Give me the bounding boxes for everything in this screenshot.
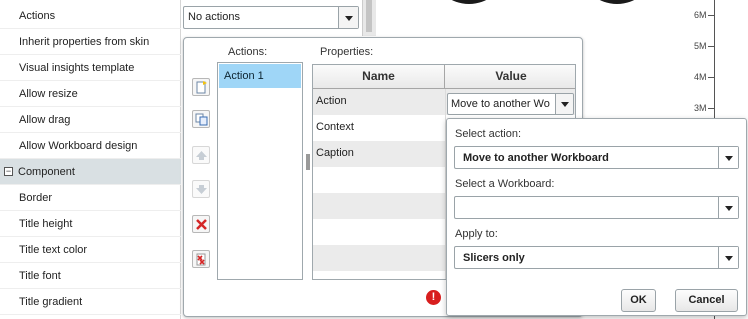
actions-dropdown[interactable]: No actions [183, 6, 359, 29]
property-label: Allow drag [19, 114, 71, 126]
chevron-down-icon[interactable] [718, 147, 738, 168]
property-actions[interactable]: Actions [0, 3, 181, 29]
scrollbar-thumb[interactable] [366, 0, 372, 32]
property-title-height[interactable]: Title height [0, 211, 181, 237]
property-list: Actions Inherit properties from skin Vis… [0, 0, 181, 319]
chevron-down-icon[interactable] [718, 197, 738, 218]
apply-to-dropdown[interactable]: Slicers only [454, 246, 739, 269]
actions-list[interactable]: Action 1 [217, 62, 303, 280]
properties-heading: Properties: [320, 46, 374, 58]
chevron-down-icon[interactable] [718, 247, 738, 268]
new-action-icon[interactable] [192, 78, 210, 96]
collapse-icon[interactable]: − [4, 167, 13, 176]
ok-button[interactable]: OK [621, 289, 656, 312]
splitter-handle[interactable] [306, 154, 310, 170]
action-settings-popup: Select action: Move to another Workboard… [446, 118, 747, 316]
property-label: Title text color [19, 244, 88, 256]
chart-pie-fragment [434, 0, 504, 4]
axis-tick [708, 15, 714, 16]
list-item-action-1[interactable]: Action 1 [219, 64, 301, 88]
row-name: Caption [316, 147, 354, 159]
property-label: Title font [19, 270, 61, 282]
property-allow-drag[interactable]: Allow drag [0, 107, 181, 133]
actions-heading: Actions: [228, 46, 268, 58]
axis-tick-label: 6M [694, 10, 707, 20]
property-label: Title gradient [19, 296, 83, 308]
group-label: Component [18, 166, 75, 178]
scrollbar[interactable] [362, 0, 376, 36]
move-up-icon[interactable] [192, 146, 210, 164]
apply-to-value: Slicers only [463, 252, 525, 264]
apply-to-label: Apply to: [455, 228, 498, 240]
property-title-text-color[interactable]: Title text color [0, 237, 181, 263]
property-title-gradient[interactable]: Title gradient [0, 289, 181, 315]
property-label: Inherit properties from skin [19, 36, 150, 48]
move-down-icon[interactable] [192, 180, 210, 198]
property-border[interactable]: Border [0, 185, 181, 211]
action-value: Move to another Wo [451, 98, 550, 110]
select-action-value: Move to another Workboard [463, 152, 609, 164]
axis-tick [708, 108, 714, 109]
property-title-font[interactable]: Title font [0, 263, 181, 289]
actions-dropdown-value: No actions [188, 11, 240, 23]
axis-tick-label: 3M [694, 103, 707, 113]
cancel-button[interactable]: Cancel [675, 289, 738, 312]
axis-tick-label: 4M [694, 72, 707, 82]
select-action-label: Select action: [455, 128, 522, 140]
copy-action-icon[interactable] [192, 110, 210, 128]
property-label: Border [19, 192, 53, 204]
property-label: Actions [19, 10, 56, 22]
property-visual-insights-template[interactable]: Visual insights template [0, 55, 181, 81]
property-label: Allow resize [19, 88, 78, 100]
property-inherit-skin[interactable]: Inherit properties from skin [0, 29, 181, 55]
column-header-value[interactable]: Value [445, 65, 575, 89]
row-name: Context [316, 121, 354, 133]
axis-tick [708, 46, 714, 47]
warning-icon[interactable]: ! [426, 290, 441, 305]
select-action-dropdown[interactable]: Move to another Workboard [454, 146, 739, 169]
chart-pie-fragment [582, 0, 652, 4]
property-label: Title height [19, 218, 73, 230]
axis-tick [708, 77, 714, 78]
column-header-name[interactable]: Name [313, 65, 445, 89]
delete-action-icon[interactable] [192, 215, 210, 233]
property-label: Visual insights template [19, 62, 135, 74]
property-allow-resize[interactable]: Allow resize [0, 81, 181, 107]
chevron-down-icon[interactable] [338, 7, 358, 28]
select-workboard-label: Select a Workboard: [455, 178, 555, 190]
chevron-down-icon[interactable] [555, 94, 573, 114]
delete-all-actions-icon[interactable] [192, 250, 210, 268]
axis-tick-label: 5M [694, 41, 707, 51]
property-label: Allow Workboard design [19, 140, 138, 152]
property-allow-workboard-design[interactable]: Allow Workboard design [0, 133, 181, 159]
property-group-component[interactable]: − Component [0, 159, 181, 185]
row-name: Action [316, 95, 347, 107]
action-value-dropdown[interactable]: Move to another Wo [447, 93, 574, 115]
select-workboard-dropdown[interactable] [454, 196, 739, 219]
